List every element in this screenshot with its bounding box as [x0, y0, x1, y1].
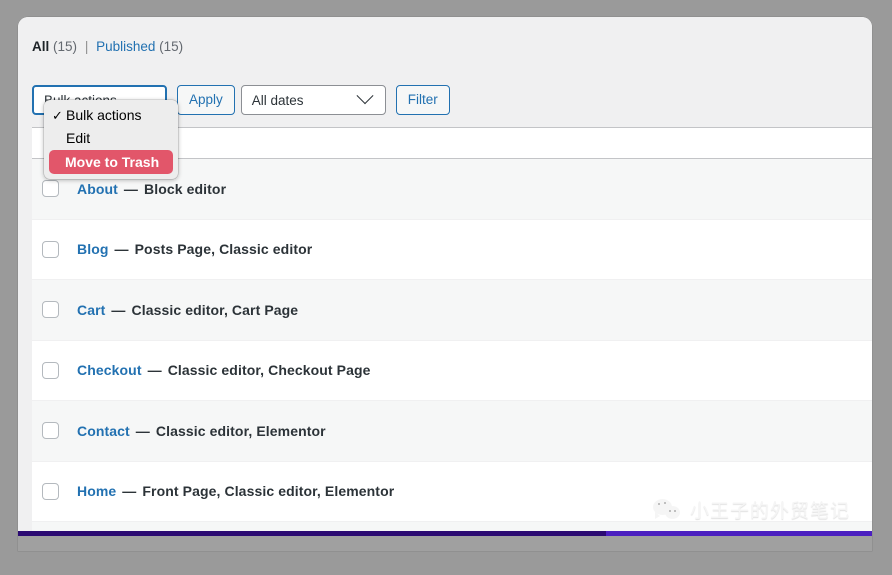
- dropdown-item[interactable]: ✓ Bulk actions: [44, 104, 178, 127]
- dropdown-item-label: Move to Trash: [65, 154, 160, 170]
- page-detail-text: Classic editor, Elementor: [155, 422, 326, 439]
- page-title-link[interactable]: Contact: [77, 423, 130, 439]
- dropdown-item[interactable]: Edit: [44, 127, 178, 150]
- bottom-gray-bar: [18, 536, 872, 551]
- row-dash: —: [110, 241, 133, 258]
- page-title-link[interactable]: About: [77, 181, 118, 197]
- page-title-link[interactable]: Cart: [77, 302, 105, 318]
- row-dash: —: [107, 301, 130, 318]
- bulk-actions-dropdown-menu[interactable]: ✓ Bulk actions Edit Move to Trash: [44, 100, 178, 179]
- table-body: About — Block editor Blog — Posts Page, C…: [32, 159, 872, 551]
- dropdown-item[interactable]: Move to Trash: [49, 150, 173, 174]
- dropdown-item-label: Edit: [66, 130, 91, 146]
- filter-button[interactable]: Filter: [395, 85, 450, 115]
- checkmark-icon: ✓: [52, 108, 63, 123]
- row-title-cell: Checkout — Classic editor, Checkout Page: [77, 362, 371, 378]
- filter-count-all: (15): [53, 39, 78, 54]
- page-detail-text: Classic editor, Cart Page: [131, 301, 299, 318]
- page-title-link[interactable]: Blog: [77, 241, 109, 257]
- row-title-cell: Blog — Posts Page, Classic editor: [77, 241, 312, 257]
- page-detail-text: Posts Page, Classic editor: [134, 241, 313, 258]
- filter-separator: |: [84, 39, 89, 54]
- page-title-link[interactable]: Checkout: [77, 362, 142, 378]
- apply-button[interactable]: Apply: [177, 85, 235, 115]
- browser-page-card: All (15) | Published (15) Bulk actions A…: [18, 17, 872, 551]
- chevron-down-icon: [356, 87, 374, 105]
- row-dash: —: [143, 362, 166, 379]
- table-row: Checkout — Classic editor, Checkout Page: [32, 340, 872, 401]
- row-title-cell: Home — Front Page, Classic editor, Eleme…: [77, 483, 394, 499]
- row-select-checkbox[interactable]: [42, 180, 59, 198]
- row-select-checkbox[interactable]: [42, 422, 59, 440]
- row-select-checkbox[interactable]: [42, 301, 59, 319]
- row-select-checkbox[interactable]: [42, 482, 59, 500]
- date-filter-select[interactable]: All dates: [240, 85, 386, 115]
- pages-list-table: About — Block editor Blog — Posts Page, C…: [32, 127, 872, 551]
- dropdown-item-label: Bulk actions: [66, 107, 142, 123]
- table-row: Cart — Classic editor, Cart Page: [32, 280, 872, 341]
- filter-link-published[interactable]: Published: [96, 39, 155, 54]
- post-status-filter-links: All (15) | Published (15): [32, 39, 183, 54]
- table-row: Home — Front Page, Classic editor, Eleme…: [32, 461, 872, 522]
- page-detail-text: Front Page, Classic editor, Elementor: [142, 483, 395, 500]
- row-title-cell: Cart — Classic editor, Cart Page: [77, 302, 298, 318]
- table-row: Contact — Classic editor, Elementor: [32, 401, 872, 462]
- page-detail-text: Block editor: [144, 180, 227, 197]
- page-detail-text: Classic editor, Checkout Page: [167, 362, 371, 379]
- row-select-checkbox[interactable]: [42, 361, 59, 379]
- filter-count-published: (15): [159, 39, 184, 54]
- table-row: Blog — Posts Page, Classic editor: [32, 219, 872, 280]
- row-dash: —: [118, 483, 141, 500]
- page-title-link[interactable]: Home: [77, 483, 116, 499]
- row-select-checkbox[interactable]: [42, 240, 59, 258]
- row-title-cell: Contact — Classic editor, Elementor: [77, 423, 326, 439]
- filter-link-all[interactable]: All: [32, 39, 49, 54]
- date-filter-selected-value: All dates: [251, 92, 304, 108]
- row-dash: —: [119, 180, 143, 197]
- admin-page-content: All (15) | Published (15) Bulk actions A…: [18, 17, 872, 551]
- row-title-cell: About — Block editor: [77, 181, 226, 197]
- row-dash: —: [131, 422, 154, 439]
